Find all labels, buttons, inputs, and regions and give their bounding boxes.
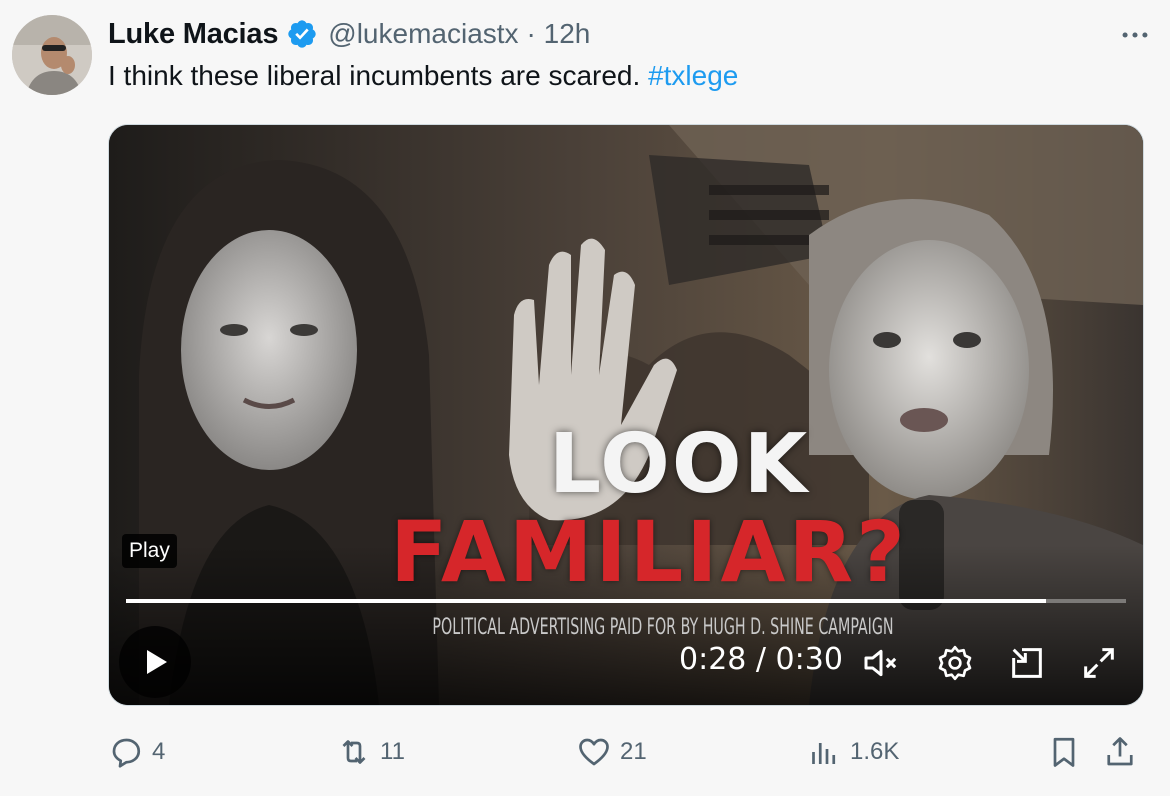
video-player[interactable]: LOOK FAMILIAR? POLITICAL ADVERTISING PAI… — [108, 124, 1144, 706]
reply-button[interactable]: 4 — [108, 730, 165, 774]
verified-badge-icon — [288, 20, 316, 48]
progress-bar[interactable] — [126, 599, 1126, 603]
tweet-text: I think these liberal incumbents are sca… — [108, 60, 738, 92]
overlay-familiar: FAMILIAR? — [390, 503, 908, 601]
more-icon[interactable] — [1118, 18, 1152, 52]
share-icon — [1107, 737, 1133, 766]
view-count: 1.6K — [850, 738, 900, 765]
tweet-time[interactable]: · 12h — [527, 18, 591, 50]
time-display: 0:28 / 0:30 — [679, 642, 843, 677]
avatar-image — [12, 15, 92, 95]
repost-icon — [342, 740, 366, 764]
repost-count: 11 — [380, 738, 405, 765]
avatar[interactable] — [12, 15, 92, 95]
author-name[interactable]: Luke Macias — [108, 18, 278, 51]
views-button[interactable]: 1.6K — [806, 730, 899, 774]
overlay-disclaimer: POLITICAL ADVERTISING PAID FOR BY HUGH D… — [432, 615, 894, 640]
play-icon — [147, 650, 167, 674]
bookmark-button[interactable] — [1046, 730, 1082, 774]
pip-icon[interactable] — [1007, 643, 1047, 683]
views-icon — [812, 743, 836, 764]
repost-button[interactable]: 11 — [336, 730, 405, 774]
mute-icon[interactable] — [861, 643, 901, 683]
settings-icon[interactable] — [935, 643, 975, 683]
overlay-look: LOOK — [548, 417, 810, 512]
action-bar: 4 11 21 1.6K — [0, 730, 1170, 774]
fullscreen-icon[interactable] — [1079, 643, 1119, 683]
like-button[interactable]: 21 — [576, 730, 647, 774]
hashtag-link[interactable]: #txlege — [648, 60, 738, 91]
reply-icon — [112, 738, 141, 768]
play-tooltip: Play — [122, 534, 177, 568]
share-button[interactable] — [1102, 730, 1138, 774]
author-handle[interactable]: @lukemaciastx — [328, 18, 518, 50]
progress-fill — [126, 599, 1046, 603]
reply-count: 4 — [152, 738, 166, 765]
tweet-body: I think these liberal incumbents are sca… — [108, 60, 649, 91]
like-icon — [579, 738, 609, 766]
bookmark-icon — [1053, 737, 1075, 767]
play-button[interactable] — [119, 626, 191, 698]
like-count: 21 — [620, 738, 647, 765]
tweet-header: Luke Macias @lukemaciastx · 12h — [108, 16, 590, 52]
